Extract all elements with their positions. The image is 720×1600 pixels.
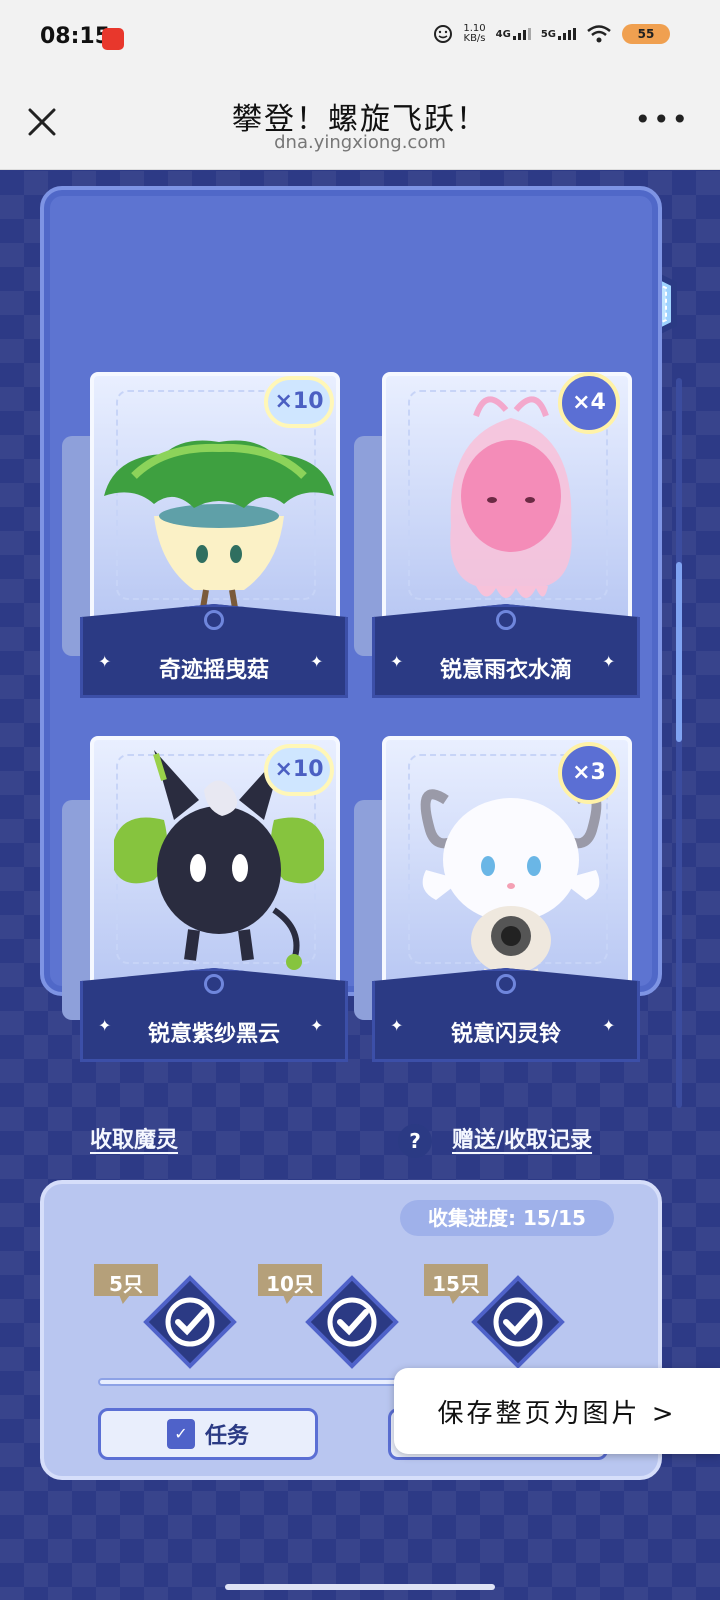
records-link[interactable]: 赠送/收取记录 (452, 1122, 592, 1154)
creature-card[interactable]: ×10 ✦ ✦ 锐意紫纱黑云 (62, 736, 348, 1066)
battery-indicator: 55 (622, 24, 670, 44)
more-icon[interactable]: ••• (634, 106, 690, 134)
page-url: dna.yingxiong.com (274, 132, 446, 153)
signal-5g: 5G (541, 28, 576, 40)
creature-card[interactable]: ×10 ✦ ✦ 奇迹摇曳菇 (62, 372, 348, 702)
app-notification-icon (102, 28, 124, 50)
scrollbar-thumb[interactable] (676, 562, 682, 742)
network-speed: 1.10 KB/s (463, 24, 485, 44)
collect-link[interactable]: 收取魔灵 (90, 1122, 178, 1154)
count-badge: ×10 (264, 376, 334, 428)
task-button[interactable]: ✓ 任务 (98, 1408, 318, 1460)
collection-progress-label: 收集进度: 15/15 (400, 1200, 614, 1236)
title-bar: 攀登！螺旋飞跃！ dna.yingxiong.com ••• (0, 80, 720, 170)
progress-track (98, 1378, 398, 1386)
signal-4g: 4G (496, 28, 531, 40)
document-check-icon: ✓ (166, 1419, 195, 1449)
name-plate-dot (204, 610, 224, 630)
gesture-nav-bar[interactable] (225, 1584, 495, 1590)
creature-card[interactable]: ×3 ✦ ✦ 锐意闪灵铃 (354, 736, 640, 1066)
emoji-status-icon (434, 25, 453, 43)
status-bar: 08:15 1.10 KB/s 4G 5G 55 (0, 0, 720, 80)
creature-name: 锐意雨衣水滴 (439, 658, 572, 683)
speed-unit: KB/s (463, 33, 486, 44)
creature-name: 锐意紫纱黑云 (147, 1022, 280, 1047)
count-badge: ×10 (264, 744, 334, 796)
count-badge: ×4 (558, 372, 620, 434)
signal-bars-icon (558, 28, 576, 40)
scrollbar-track[interactable] (676, 378, 682, 1108)
count-badge: ×3 (558, 742, 620, 804)
name-plate-dot (496, 974, 516, 994)
signal-bars-icon (512, 28, 531, 40)
name-plate-dot (204, 974, 224, 994)
name-plate-dot (496, 610, 516, 630)
creature-card[interactable]: ×4 ✦ ✦ 锐意雨衣水滴 (354, 372, 640, 702)
task-button-label: 任务 (204, 1424, 249, 1449)
creature-name: 锐意闪灵铃 (450, 1022, 561, 1047)
save-page-as-image-button[interactable]: 保存整页为图片 > (394, 1368, 720, 1454)
help-circle-icon[interactable]: ? (398, 1124, 432, 1158)
status-icons: 1.10 KB/s 4G 5G 55 (433, 24, 670, 44)
creature-name: 奇迹摇曳菇 (158, 658, 269, 683)
status-time: 08:15 (40, 24, 111, 49)
wifi-icon (587, 25, 611, 43)
signal-4g-label: 4G (495, 29, 511, 40)
signal-5g-label: 5G (540, 29, 556, 40)
